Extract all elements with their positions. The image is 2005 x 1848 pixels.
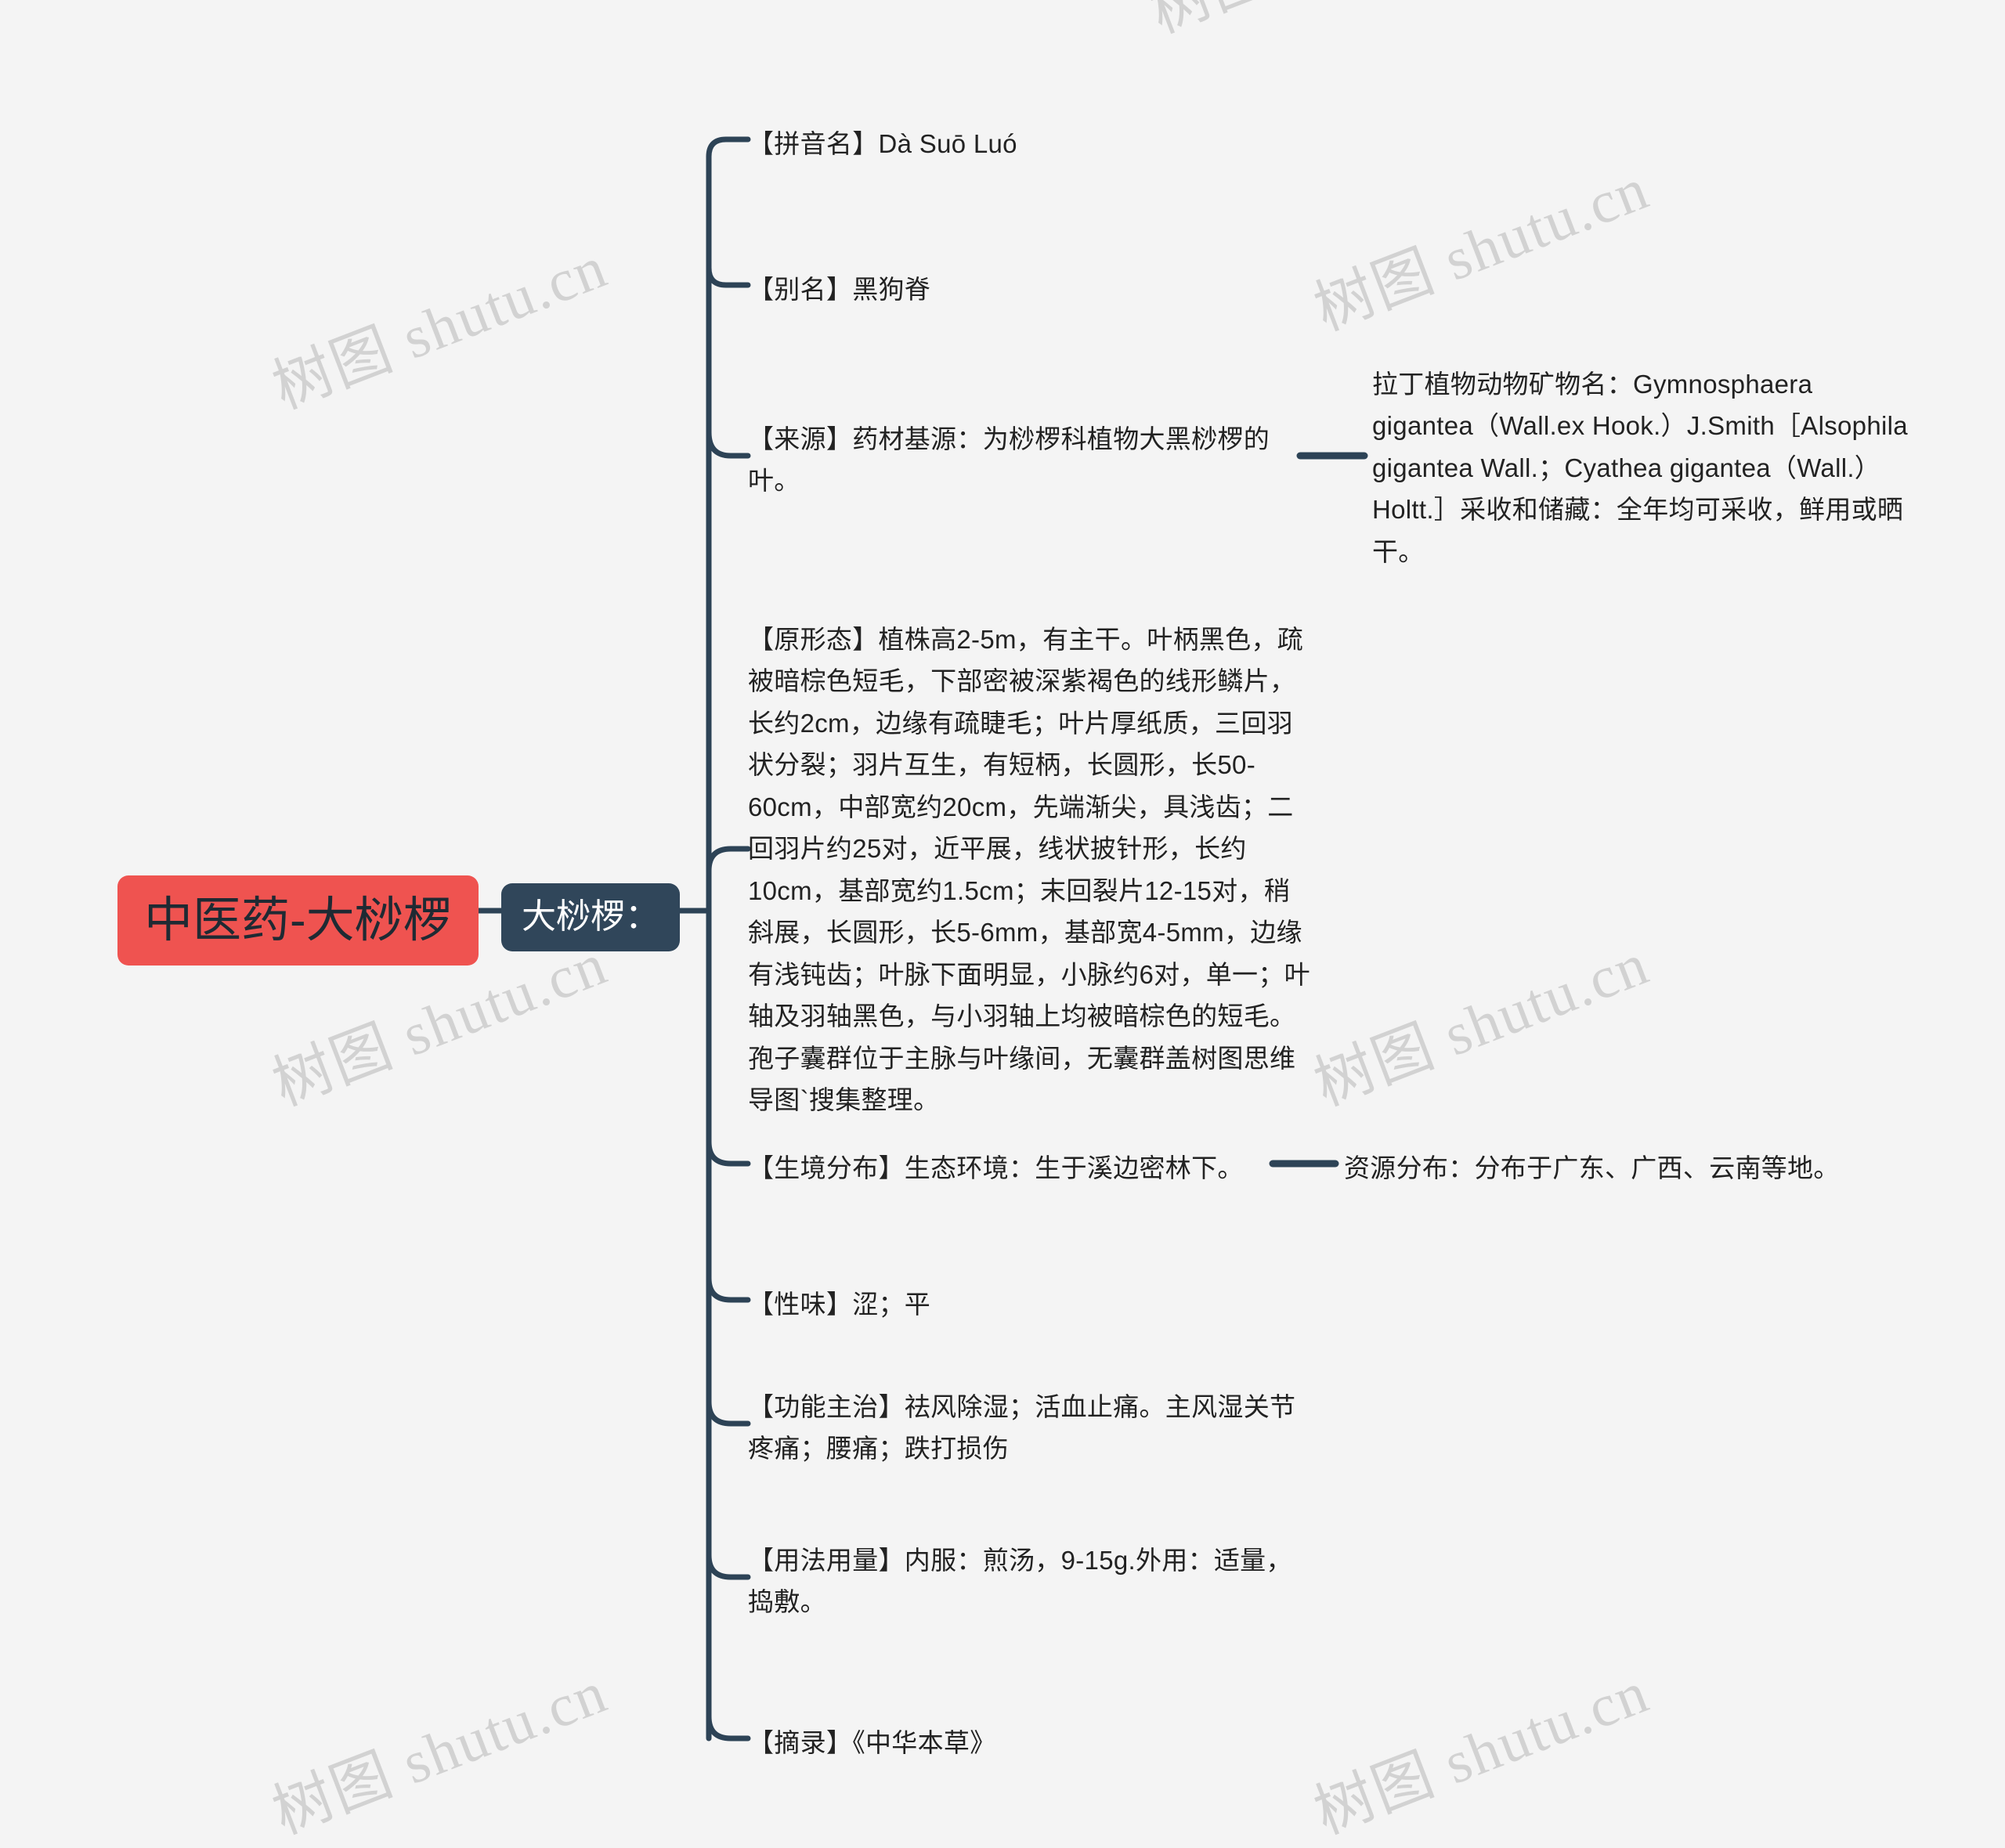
leaf-label-morphology: 【原形态】植株高2-5m，有主干。叶柄黑色，疏被暗棕色短毛，下部密被深紫褐色的线… <box>748 625 1310 1114</box>
watermark: 树图 shutu.cn <box>1306 1659 1658 1847</box>
leaf-node-source[interactable]: 【来源】药材基源：为桫椤科植物大黑桫椤的叶。 <box>748 418 1296 502</box>
leaf-node-distribution[interactable]: 资源分布：分布于广东、广西、云南等地。 <box>1344 1147 1840 1189</box>
leaf-label-habitat: 【生境分布】生态环境：生于溪边密林下。 <box>748 1153 1244 1182</box>
leaf-label-nature: 【性味】涩；平 <box>748 1290 931 1319</box>
link-leaf-morphology <box>706 846 751 874</box>
link-leaf-nature <box>706 1275 751 1303</box>
leaf-node-function[interactable]: 【功能主治】祛风除湿；活血止痛。主风湿关节疼痛；腰痛；跌打损伤 <box>748 1386 1296 1470</box>
leaf-label-function: 【功能主治】祛风除湿；活血止痛。主风湿关节疼痛；腰痛；跌打损伤 <box>748 1392 1296 1464</box>
root-node[interactable]: 中医药-大桫椤 <box>117 875 479 966</box>
root-node-label: 中医药-大桫椤 <box>144 893 452 947</box>
link-leaf-excerpt <box>706 1713 751 1742</box>
leaf-label-latin-name: 拉丁植物动物矿物名：Gymnosphaera gigantea（Wall.ex … <box>1372 370 1908 566</box>
leaf-label-dosage: 【用法用量】内服：煎汤，9-15g.外用：适量，捣敷。 <box>748 1546 1292 1617</box>
link-leaf-source <box>706 429 751 459</box>
mindmap-canvas: 树图 shutu.cn 树图 shutu.cn 树图 shutu.cn 树图 s… <box>0 0 2005 1848</box>
leaf-node-pinyin[interactable]: 【拼音名】Dà Suō Luó <box>748 123 1017 164</box>
link-leaf-habitat <box>706 1139 751 1167</box>
leaf-label-distribution: 资源分布：分布于广东、广西、云南等地。 <box>1344 1153 1840 1182</box>
link-leaf-alias <box>706 265 751 288</box>
link-leaf-pinyin <box>706 136 751 160</box>
leaf-label-excerpt: 【摘录】《中华本草》 <box>748 1728 996 1757</box>
watermark: 树图 shutu.cn <box>1136 0 1494 49</box>
leaf-label-alias: 【别名】黑狗脊 <box>748 275 931 304</box>
watermark: 树图 shutu.cn <box>264 233 616 422</box>
link-leaf-function <box>706 1399 751 1427</box>
leaf-label-pinyin: 【拼音名】Dà Suō Luó <box>748 129 1017 158</box>
watermark: 树图 shutu.cn <box>1306 155 1658 344</box>
leaf-node-latin-name[interactable]: 拉丁植物动物矿物名：Gymnosphaera gigantea（Wall.ex … <box>1372 363 1920 572</box>
watermark: 树图 shutu.cn <box>1306 930 1658 1119</box>
leaf-node-alias[interactable]: 【别名】黑狗脊 <box>748 269 930 310</box>
branch-node-daxuoluo[interactable]: 大桫椤： <box>501 883 680 951</box>
leaf-node-morphology[interactable]: 【原形态】植株高2-5m，有主干。叶柄黑色，疏被暗棕色短毛，下部密被深紫褐色的线… <box>748 619 1312 1121</box>
leaf-label-source: 【来源】药材基源：为桫椤科植物大黑桫椤的叶。 <box>748 424 1270 496</box>
link-leaf-dosage <box>706 1552 751 1580</box>
leaf-node-excerpt[interactable]: 【摘录】《中华本草》 <box>748 1722 996 1763</box>
watermark: 树图 shutu.cn <box>264 1659 616 1847</box>
leaf-node-habitat[interactable]: 【生境分布】生态环境：生于溪边密林下。 <box>748 1147 1244 1189</box>
leaf-node-dosage[interactable]: 【用法用量】内服：煎汤，9-15g.外用：适量，捣敷。 <box>748 1539 1296 1623</box>
leaf-node-nature[interactable]: 【性味】涩；平 <box>748 1283 930 1325</box>
branch-node-label: 大桫椤： <box>522 897 659 936</box>
